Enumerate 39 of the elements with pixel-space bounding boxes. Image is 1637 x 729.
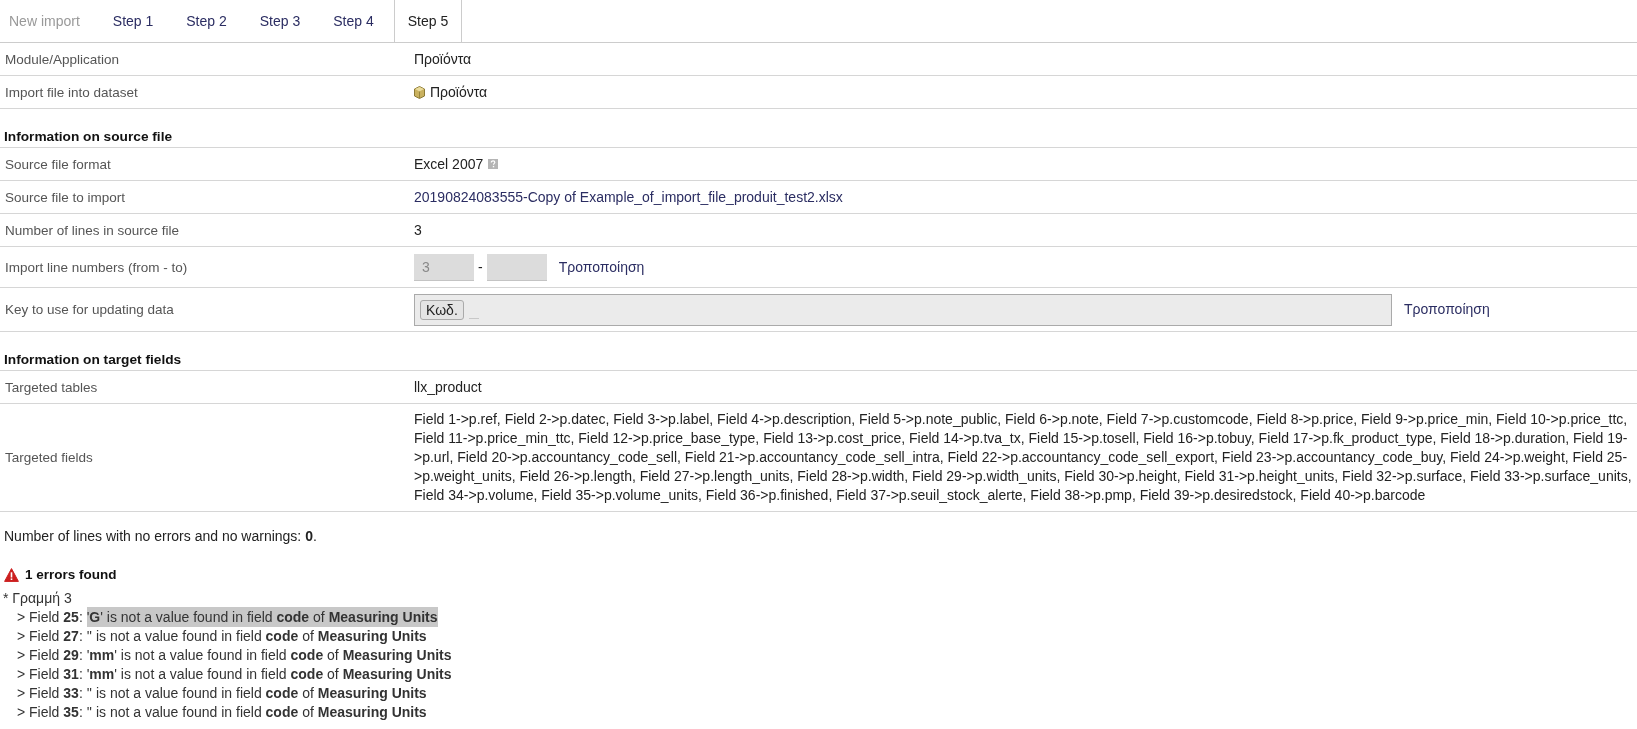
- field-label: Targeted tables: [5, 379, 98, 395]
- error-message: > Field 25: 'G' is not a value found in field code of Measuring Units: [17, 607, 438, 627]
- errors-title: 1 errors found: [25, 567, 117, 583]
- modify-link[interactable]: Τροποποίηση: [1404, 300, 1490, 319]
- field-value: Excel 2007: [414, 154, 484, 174]
- tab[interactable]: Step 3: [246, 0, 314, 42]
- field-value: Field 1->p.ref, Field 2->p.datec, Field 3->p.label, Field 4->p.description, Field 5->p.note_public, Field 6->p.note, Field 7->p.customcode, Field 8->p.price, Field 9->p.price_min, Field 10->p.price_ttc, Field 11->p.price_min_ttc, Field 12->p.price_base_type, Field 13->p.cost_price, Field 14->p.tva_tx, Field 15->p.tosell, Field 16->p.tobuy, Field 17->p.fk_product_type, Field 18->p.duration, Field 19->p.url, Field 20->p.accountancy_code_sell, Field 21->p.accountancy_code_sell_intra, Field 22->p.accountancy_code_sell_export, Field 23->p.accountancy_code_buy, Field 24->p.weight, Field 25->p.weight_units, Field 26->p.length, Field 27->p.length_units, Field 28->p.width, Field 29->p.width_units, Field 30->p.height, Field 31->p.height_units, Field 32->p.surface, Field 33->p.surface_units, Field 34->p.volume, Field 35->p.volume_units, Field 36->p.finished, Field 37->p.seuil_stock_alerte, Field 38->p.pmp, Field 39->p.desiredstock, Field 40->p.barcode: [414, 410, 1632, 505]
- field-label: Import file into dataset: [5, 84, 138, 100]
- summary-text: Number of lines with no errors and no warnings: 0.: [3, 528, 318, 544]
- field-value: llx_product: [414, 377, 482, 397]
- error-message: > Field 35: '' is not a value found in field code of Measuring Units: [17, 704, 427, 720]
- error-message: > Field 29: 'mm' is not a value found in field code of Measuring Units: [17, 647, 452, 663]
- field-label: Key to use for updating data: [5, 302, 174, 317]
- section-heading: Information on target fields: [4, 352, 182, 367]
- help-icon: [488, 159, 499, 169]
- field-value: Προϊόντα: [414, 49, 472, 69]
- field-label: Targeted fields: [5, 450, 93, 465]
- key-tag[interactable]: Κωδ.: [420, 299, 464, 320]
- warning-icon: [4, 568, 19, 582]
- error-line-number: * Γραμμή 3: [3, 590, 72, 606]
- error-message: > Field 33: '' is not a value found in field code of Measuring Units: [17, 685, 427, 701]
- field-label: Source file format: [5, 156, 111, 172]
- cube-icon: [414, 85, 425, 99]
- tab[interactable]: Step 5: [393, 0, 463, 42]
- field-label: Import line numbers (from - to): [5, 259, 188, 275]
- file-link[interactable]: 20190824083555-Copy of Example_of_import_file_produit_test2.xlsx: [414, 187, 843, 207]
- field-label: Source file to import: [5, 189, 126, 205]
- tab[interactable]: Step 1: [99, 0, 167, 42]
- dataset-name: Προϊόντα: [430, 82, 488, 102]
- field-value: 3: [414, 220, 422, 240]
- field-label: Module/Application: [5, 51, 120, 67]
- error-message: > Field 27: '' is not a value found in field code of Measuring Units: [17, 628, 427, 644]
- tab[interactable]: Step 2: [173, 0, 240, 42]
- key-select[interactable]: Κωδ.: [414, 293, 1392, 326]
- field-label: Number of lines in source file: [5, 222, 180, 238]
- range-separator: -: [478, 257, 483, 277]
- tab[interactable]: Step 4: [320, 0, 387, 42]
- error-message: > Field 31: 'mm' is not a value found in field code of Measuring Units: [17, 666, 452, 682]
- section-heading: Information on source file: [4, 129, 173, 144]
